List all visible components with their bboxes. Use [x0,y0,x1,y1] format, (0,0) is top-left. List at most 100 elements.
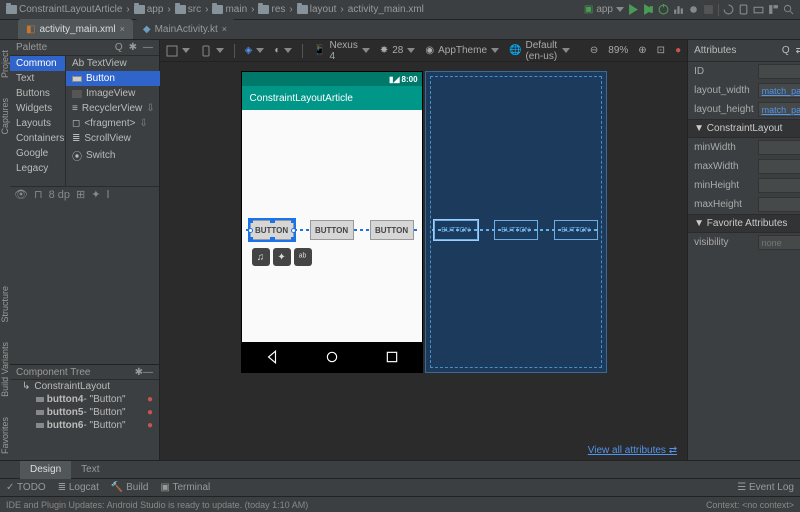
locale-dropdown[interactable]: 🌐 Default (en-us) [509,40,570,62]
attr-dropdown[interactable]: none [758,235,800,250]
eye-icon[interactable]: 👁 [14,188,28,201]
attr-section[interactable]: ▼ Favorite Attributes [688,214,800,233]
palette-item[interactable]: ImageView [66,86,161,101]
blueprint-button[interactable]: BUTTON [494,220,538,240]
blueprint-button[interactable]: BUTTON [554,220,598,240]
zoom-in-icon[interactable]: ⊕ [638,45,646,56]
search-icon[interactable]: Q [782,45,790,56]
attr-dropdown[interactable]: match_parent [758,102,800,117]
structure-icon[interactable] [768,4,779,15]
close-icon[interactable]: × [120,24,125,34]
tree-root[interactable]: ↳ ConstraintLayout [10,380,159,393]
sdk-icon[interactable] [753,4,764,15]
search-icon[interactable] [783,4,794,15]
palette-cat[interactable]: Widgets [10,101,65,116]
palette-cat[interactable]: Text [10,71,65,86]
file-crumb[interactable]: activity_main.xml [348,4,424,15]
sync-icon[interactable] [723,4,734,15]
tab-design[interactable]: Design [20,461,71,479]
night-mode-dropdown[interactable]: ◐ [274,45,292,56]
tree-item[interactable]: button6- "Button"● [10,419,159,432]
magnet-icon[interactable]: ⊓ [34,188,43,201]
view-mode-dropdown[interactable]: ◈ [245,45,265,56]
zoom-fit-icon[interactable]: ⊡ [657,45,665,56]
preview-button[interactable]: BUTTON [370,220,414,240]
avd-icon[interactable] [738,4,749,15]
download-icon[interactable]: ⇩ [146,103,154,114]
blueprint-button-selected[interactable]: BUTTON [434,220,478,240]
attr-input[interactable] [758,159,800,174]
default-margin[interactable]: 8 dp [49,189,70,201]
palette-item[interactable]: ≣ScrollView [66,131,161,146]
device-preview[interactable]: ▮◢8:00 ConstraintLayoutArticle BUTTON BU… [242,72,422,372]
palette-item[interactable]: ⦿Switch [66,146,161,165]
attr-input[interactable] [758,197,800,212]
error-icon[interactable]: ● [147,394,153,405]
select-design-surface[interactable] [166,45,190,57]
attr-input[interactable] [758,178,800,193]
minimize-icon[interactable]: — [143,367,153,378]
download-icon[interactable]: ⇩ [139,118,147,129]
tool-build[interactable]: 🔨 Build [111,482,148,493]
chain-action-icon[interactable]: ♫ [252,248,270,266]
palette-item[interactable]: ≡RecyclerView ⇩ [66,101,161,116]
orientation-dropdown[interactable] [200,45,224,57]
palette-cat-common[interactable]: Common [10,56,65,71]
device-dropdown[interactable]: 📱 Nexus 4 [313,40,370,62]
theme-dropdown[interactable]: ◉ AppTheme [425,45,499,56]
blueprint-preview[interactable]: BUTTON BUTTON BUTTON [426,72,606,372]
stop-icon[interactable] [703,4,714,15]
design-canvas[interactable]: ▮◢8:00 ConstraintLayoutArticle BUTTON BU… [160,62,687,460]
tree-item[interactable]: button4- "Button"● [10,393,159,406]
error-icon[interactable]: ● [147,407,153,418]
run-config-dropdown[interactable]: ▣app [584,4,624,15]
baseline-action-icon[interactable]: ᵃᵇ [294,248,312,266]
palette-cat[interactable]: Google [10,146,65,161]
pack-icon[interactable]: ✦ [91,188,100,201]
attach-debugger-icon[interactable] [688,4,699,15]
expand-icon[interactable]: ⇄ [796,45,800,56]
warnings-icon[interactable]: ● [675,45,681,56]
align-action-icon[interactable]: ✦ [273,248,291,266]
tool-captures[interactable]: Captures [0,92,10,141]
status-context[interactable]: Context: <no context> [706,500,794,510]
close-icon[interactable]: × [222,24,227,34]
tool-structure[interactable]: Structure [0,280,10,329]
attr-input[interactable] [758,140,800,155]
tool-logcat[interactable]: ≣ Logcat [58,482,99,493]
tool-build-variants[interactable]: Build Variants [0,336,10,403]
palette-item[interactable]: ◻<fragment> ⇩ [66,116,161,131]
preview-button[interactable]: BUTTON [310,220,354,240]
tab-text[interactable]: Text [71,461,109,479]
palette-cat[interactable]: Containers [10,131,65,146]
zoom-out-icon[interactable]: ⊖ [590,45,598,56]
tool-todo[interactable]: ✓ TODO [6,482,46,493]
palette-item-button[interactable]: Button [66,71,161,86]
guideline-icon[interactable]: Ⅰ [106,188,109,201]
api-dropdown[interactable]: ✸ 28 [380,45,416,56]
tool-event-log[interactable]: ☰ Event Log [737,482,794,493]
palette-cat[interactable]: Layouts [10,116,65,131]
tree-item[interactable]: button5- "Button"● [10,406,159,419]
tab-main-activity[interactable]: ◆MainActivity.kt× [135,19,235,39]
profile-icon[interactable] [673,4,684,15]
tab-activity-main[interactable]: ◧activity_main.xml× [18,19,133,39]
palette-cat[interactable]: Buttons [10,86,65,101]
settings-icon[interactable]: ✱ [129,42,137,53]
attr-input[interactable] [758,64,800,79]
palette-item[interactable]: Ab TextView [66,56,161,71]
align-icon[interactable]: ⊞ [76,188,85,201]
attr-section[interactable]: ▼ ConstraintLayout [688,119,800,138]
tool-terminal[interactable]: ▣ Terminal [160,482,210,493]
module-crumb[interactable]: app [134,4,164,15]
tool-project[interactable]: Project [0,44,10,84]
zoom-level[interactable]: 89% [608,45,628,56]
apply-changes-icon[interactable] [643,4,654,15]
error-icon[interactable]: ● [147,420,153,431]
tool-favorites[interactable]: Favorites [0,411,10,460]
attr-dropdown[interactable]: match_parent [758,83,800,98]
status-message[interactable]: IDE and Plugin Updates: Android Studio i… [6,500,308,510]
debug-icon[interactable] [658,4,669,15]
preview-button-selected[interactable]: BUTTON [250,220,294,240]
run-icon[interactable] [628,4,639,15]
